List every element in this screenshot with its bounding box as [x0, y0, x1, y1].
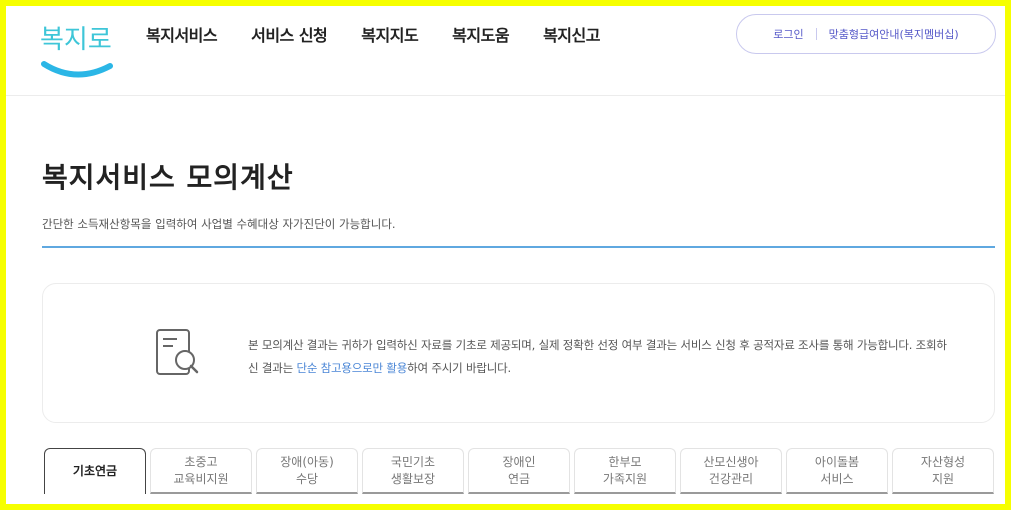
tab-single-parent[interactable]: 한부모 가족지원: [574, 448, 676, 494]
tab-disability-allowance[interactable]: 장애(아동) 수당: [256, 448, 358, 494]
notice-text: 본 모의계산 결과는 귀하가 입력하신 자료를 기초로 제공되며, 실제 정확한…: [248, 334, 948, 380]
document-search-icon: [147, 324, 207, 384]
logo-graphic: 복지로: [40, 25, 113, 78]
page-title: 복지서비스 모의계산: [42, 161, 294, 194]
notice-box: 본 모의계산 결과는 귀하가 입력하신 자료를 기초로 제공되며, 실제 정확한…: [42, 283, 995, 423]
logo[interactable]: 복지로: [40, 14, 120, 84]
nav-item-welfare-service[interactable]: 복지서비스: [146, 26, 218, 46]
tab-asset-formation[interactable]: 자산형성 지원: [892, 448, 994, 494]
notice-text-part2: 하여 주시기 바랍니다.: [407, 361, 511, 375]
login-link[interactable]: 로그인: [773, 26, 803, 42]
page-description: 간단한 소득재산항목을 입력하여 사업별 수혜대상 자가진단이 가능합니다.: [42, 217, 396, 231]
tab-label: 기초연금: [72, 464, 118, 478]
divider: [815, 28, 817, 40]
nav-item-service-apply[interactable]: 서비스 신청: [251, 26, 328, 46]
page-frame: 복지로 복지서비스 서비스 신청 복지지도 복지도움 복지신고 로그인 맞춤형급…: [0, 0, 1011, 510]
nav-item-welfare-report[interactable]: 복지신고: [543, 26, 600, 46]
tab-child-care[interactable]: 아이돌봄 서비스: [786, 448, 888, 494]
tab-label: 산모신생아 건강관리: [703, 454, 759, 486]
tab-label: 한부모 가족지원: [602, 454, 648, 486]
tab-label: 아이돌봄 서비스: [814, 454, 860, 486]
tab-label: 자산형성 지원: [920, 454, 966, 486]
tab-label: 장애(아동) 수당: [280, 454, 334, 486]
service-tabs: 기초연금 초중고 교육비지원 장애(아동) 수당 국민기초 생활보장 장애인 연…: [44, 448, 998, 494]
tab-label: 초중고 교육비지원: [173, 454, 229, 486]
main-nav: 복지서비스 서비스 신청 복지지도 복지도움 복지신고: [146, 26, 634, 46]
nav-item-welfare-help[interactable]: 복지도움: [452, 26, 509, 46]
tab-basic-pension[interactable]: 기초연금: [44, 448, 146, 494]
tab-maternity-care[interactable]: 산모신생아 건강관리: [680, 448, 782, 494]
tab-disability-pension[interactable]: 장애인 연금: [468, 448, 570, 494]
notice-highlight: 단순 참고용으로만 활용: [296, 361, 408, 375]
site-header: 복지로 복지서비스 서비스 신청 복지지도 복지도움 복지신고 로그인 맞춤형급…: [6, 6, 1005, 96]
tab-label: 국민기초 생활보장: [390, 454, 436, 486]
membership-link[interactable]: 맞춤형급여안내(복지멤버십): [829, 26, 959, 42]
tab-basic-livelihood[interactable]: 국민기초 생활보장: [362, 448, 464, 494]
logo-text: 복지로: [40, 25, 112, 55]
member-box: 로그인 맞춤형급여안내(복지멤버십): [736, 14, 996, 54]
nav-item-welfare-map[interactable]: 복지지도: [361, 26, 418, 46]
tab-school-education[interactable]: 초중고 교육비지원: [150, 448, 252, 494]
tab-label: 장애인 연금: [502, 454, 536, 486]
title-divider: [42, 246, 995, 248]
